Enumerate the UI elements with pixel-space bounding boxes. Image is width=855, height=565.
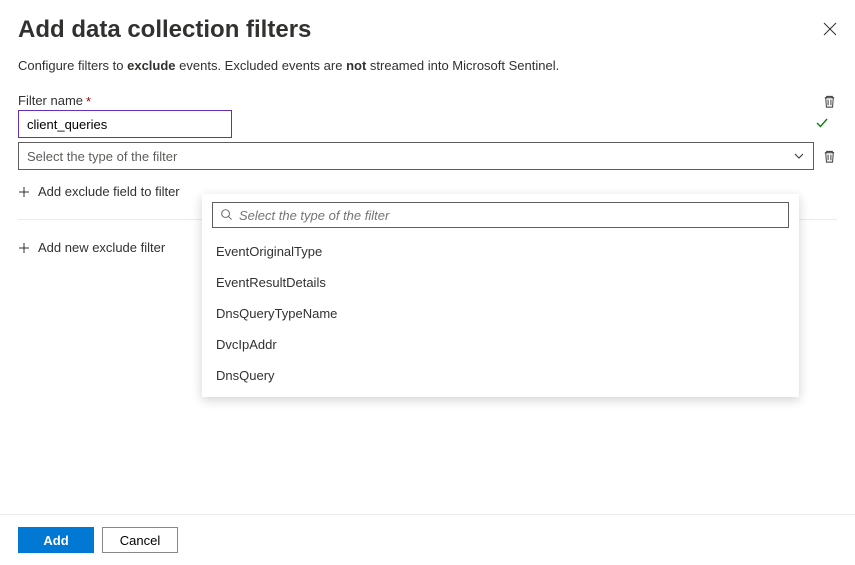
trash-icon[interactable]	[822, 94, 837, 109]
filter-type-placeholder: Select the type of the filter	[27, 149, 177, 164]
add-exclude-field-button[interactable]: Add exclude field to filter	[18, 184, 180, 199]
checkmark-icon	[815, 116, 829, 130]
plus-icon	[18, 186, 30, 198]
dropdown-option[interactable]: DnsQuery	[202, 360, 799, 391]
add-exclude-field-label: Add exclude field to filter	[38, 184, 180, 199]
add-new-exclude-filter-button[interactable]: Add new exclude filter	[18, 240, 165, 255]
chevron-down-icon	[793, 150, 805, 162]
plus-icon	[18, 242, 30, 254]
footer-bar: Add Cancel	[0, 514, 855, 565]
add-new-exclude-filter-label: Add new exclude filter	[38, 240, 165, 255]
filter-type-dropdown: EventOriginalType EventResultDetails Dns…	[202, 194, 799, 397]
cancel-button[interactable]: Cancel	[102, 527, 178, 553]
dropdown-option[interactable]: EventOriginalType	[202, 236, 799, 267]
filter-name-input[interactable]	[18, 110, 232, 138]
panel-title: Add data collection filters	[18, 16, 311, 44]
close-icon[interactable]	[823, 22, 837, 36]
dropdown-option[interactable]: EventResultDetails	[202, 267, 799, 298]
required-asterisk: *	[86, 94, 91, 109]
dropdown-search-input[interactable]	[212, 202, 789, 228]
dropdown-option[interactable]: DvcIpAddr	[202, 329, 799, 360]
filter-type-select[interactable]: Select the type of the filter	[18, 142, 814, 170]
dropdown-option[interactable]: DnsQueryTypeName	[202, 298, 799, 329]
filter-name-label: Filter name	[18, 93, 83, 108]
description-text: Configure filters to exclude events. Exc…	[18, 58, 837, 73]
trash-icon[interactable]	[822, 149, 837, 164]
add-button[interactable]: Add	[18, 527, 94, 553]
